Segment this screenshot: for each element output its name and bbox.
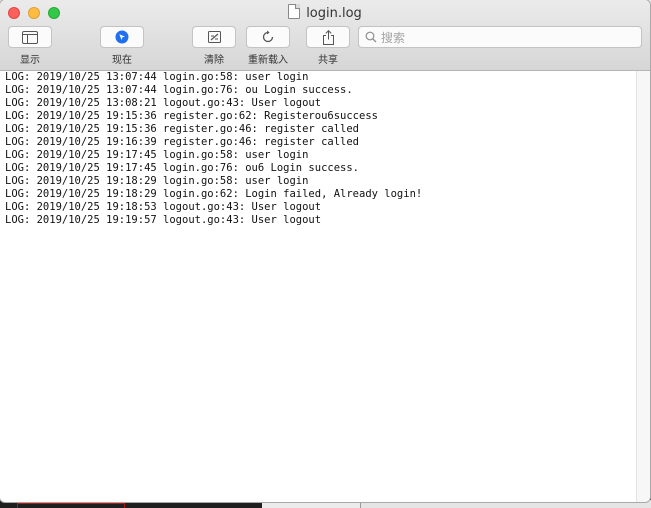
log-line: LOG: 2019/10/25 19:18:29 login.go:58: us…	[5, 175, 309, 187]
log-line: LOG: 2019/10/25 13:07:44 login.go:76: ou…	[5, 84, 353, 96]
window-title: login.log	[306, 6, 362, 21]
now-button[interactable]	[100, 26, 144, 48]
share-button[interactable]	[306, 26, 350, 48]
reload-button[interactable]	[246, 26, 290, 48]
share-label: 共享	[318, 55, 338, 66]
document-icon	[288, 4, 301, 19]
search-placeholder: 搜索	[381, 30, 406, 45]
vertical-scrollbar[interactable]	[636, 71, 650, 502]
log-line: LOG: 2019/10/25 19:17:45 login.go:76: ou…	[5, 162, 360, 174]
reload-label: 重新载入	[248, 55, 288, 66]
window-title-area: login.log	[0, 4, 650, 21]
log-list: LOG: 2019/10/25 13:07:44 login.go:58: us…	[0, 71, 636, 227]
title-bar: login.log 显示 现在 清除 重新载入 共享 搜索	[0, 0, 650, 71]
log-line: LOG: 2019/10/25 19:18:29 login.go:62: Lo…	[5, 188, 423, 200]
location-icon	[115, 30, 129, 44]
show-sidebar-button[interactable]	[8, 26, 52, 48]
sidebar-icon	[22, 30, 38, 44]
search-field[interactable]: 搜索	[358, 26, 642, 48]
now-label: 现在	[112, 55, 132, 66]
clear-label: 清除	[204, 55, 224, 66]
log-content-area[interactable]: LOG: 2019/10/25 13:07:44 login.go:58: us…	[0, 71, 636, 502]
background-red-outline	[17, 503, 125, 508]
log-line: LOG: 2019/10/25 19:19:57 logout.go:43: U…	[5, 214, 322, 226]
log-line: LOG: 2019/10/25 19:15:36 register.go:62:…	[5, 110, 378, 122]
trash-icon	[207, 30, 222, 44]
clear-button[interactable]	[192, 26, 236, 48]
log-line: LOG: 2019/10/25 19:15:36 register.go:46:…	[5, 123, 360, 135]
show-label: 显示	[20, 55, 40, 66]
log-line: LOG: 2019/10/25 13:07:44 login.go:58: us…	[5, 71, 309, 83]
reload-icon	[261, 30, 275, 44]
share-icon	[322, 29, 335, 45]
log-line: LOG: 2019/10/25 19:17:45 login.go:58: us…	[5, 149, 309, 161]
console-window: login.log 显示 现在 清除 重新载入 共享 搜索 LOG: 2019/…	[0, 0, 650, 502]
log-line: LOG: 2019/10/25 19:18:53 logout.go:43: U…	[5, 201, 322, 213]
log-line: LOG: 2019/10/25 19:16:39 register.go:46:…	[5, 136, 360, 148]
log-line: LOG: 2019/10/25 13:08:21 logout.go:43: U…	[5, 97, 322, 109]
magnifier-icon	[365, 28, 377, 47]
